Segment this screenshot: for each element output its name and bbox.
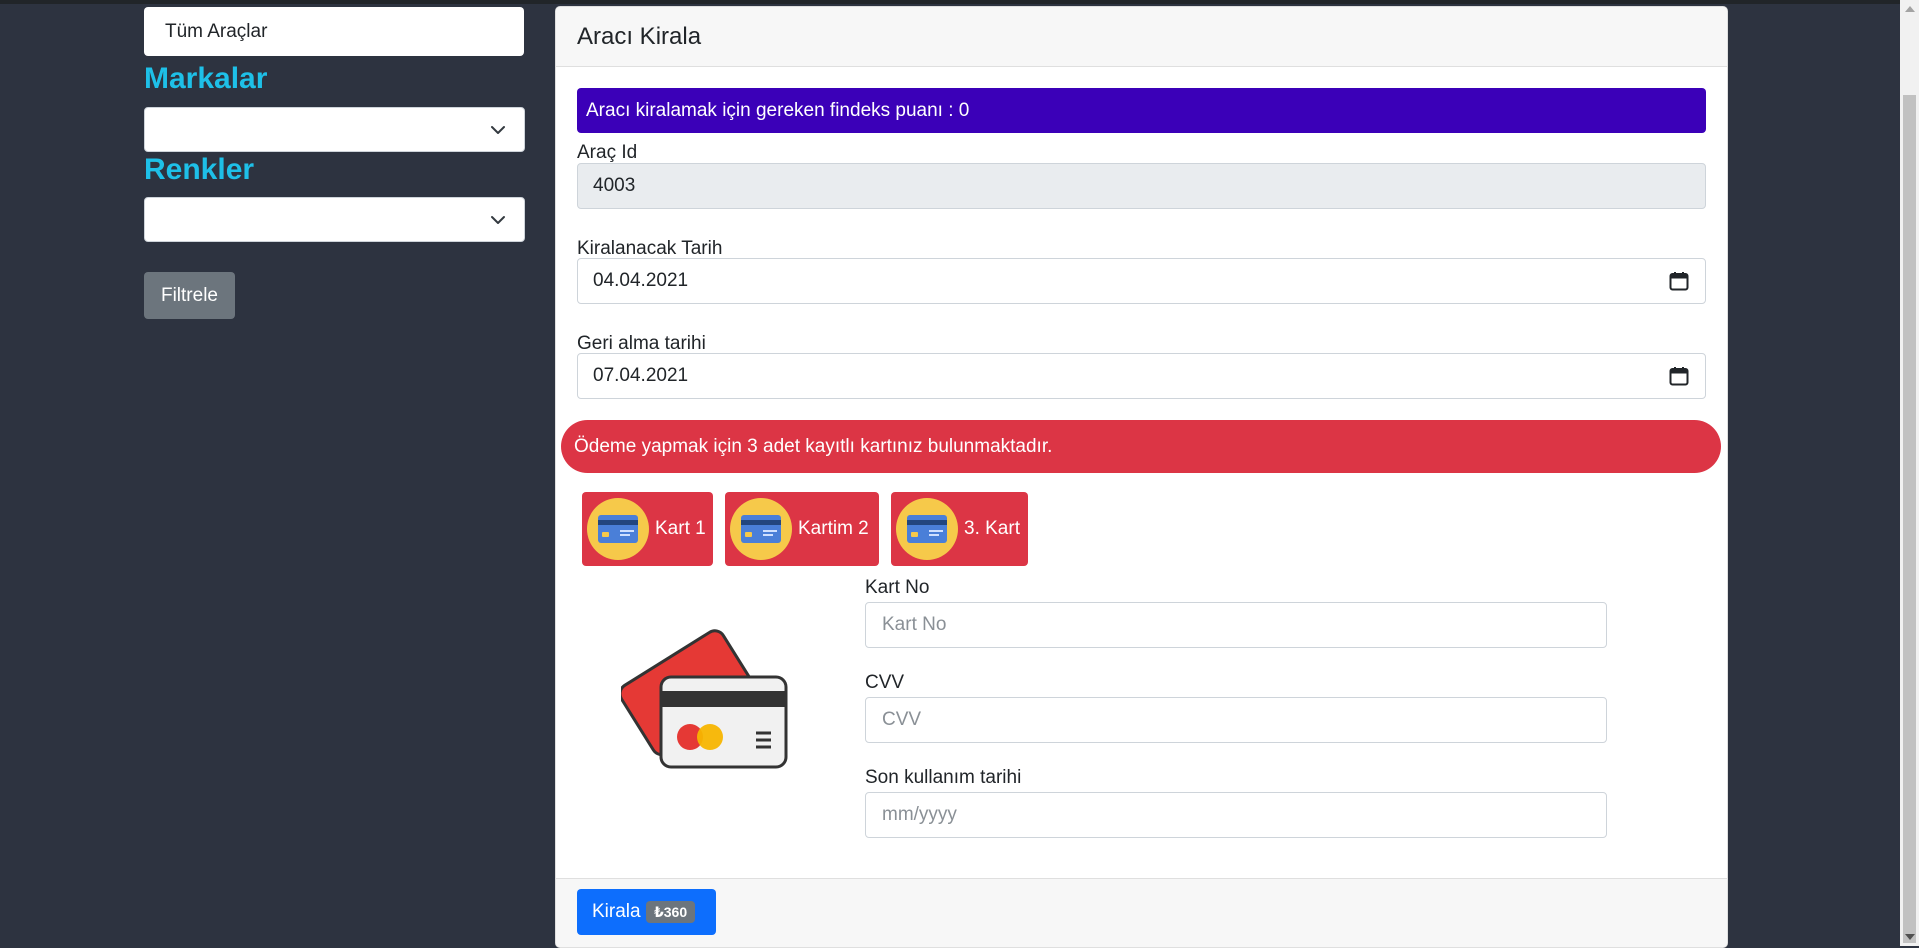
saved-card-label: 3. Kart [964, 518, 1020, 539]
saved-card-button[interactable]: Kartim 2 [725, 492, 879, 566]
chevron-down-icon [491, 126, 505, 134]
all-cars-link[interactable]: Tüm Araçlar [144, 7, 524, 56]
scrollbar-thumb[interactable] [1903, 95, 1916, 943]
car-id-input: 4003 [577, 163, 1706, 209]
rent-date-label: Kiralanacak Tarih [577, 238, 723, 259]
cvv-label: CVV [865, 672, 905, 693]
saved-card-button[interactable]: Kart 1 [582, 492, 713, 566]
card-no-label: Kart No [865, 577, 930, 598]
cvv-input[interactable] [865, 697, 1607, 743]
calendar-icon[interactable] [1669, 366, 1689, 386]
rent-card-footer [556, 878, 1727, 947]
calendar-icon[interactable] [1669, 271, 1689, 291]
saved-card-label: Kart 1 [655, 518, 706, 539]
credit-cards-illustration [621, 629, 788, 769]
credit-card-icon [896, 498, 958, 560]
saved-card-label: Kartim 2 [798, 518, 869, 539]
credit-card-icon [587, 498, 649, 560]
return-date-value: 07.04.2021 [593, 365, 689, 386]
car-id-label: Araç Id [577, 142, 638, 163]
filter-button[interactable]: Filtrele [144, 272, 235, 319]
top-bar [0, 0, 1919, 4]
return-date-label: Geri alma tarihi [577, 333, 706, 354]
return-date-input[interactable]: 07.04.2021 [577, 353, 1706, 399]
saved-card-button[interactable]: 3. Kart [891, 492, 1028, 566]
brands-title: Markalar [144, 62, 268, 95]
findeks-info-alert: Aracı kiralamak için gereken findeks pua… [577, 88, 1706, 133]
rent-button[interactable]: Kirala ₺360 [577, 889, 716, 935]
rent-button-label: Kirala [592, 901, 641, 922]
scroll-up-icon[interactable] [1905, 6, 1915, 12]
price-badge: ₺360 [646, 901, 696, 923]
colors-title: Renkler [144, 153, 255, 186]
credit-card-icon [730, 498, 792, 560]
page-scrollbar[interactable] [1900, 0, 1919, 946]
scroll-down-icon[interactable] [1905, 934, 1915, 940]
rent-card-title: Aracı Kirala [556, 7, 1727, 67]
expiry-input[interactable] [865, 792, 1607, 838]
brand-select[interactable] [144, 107, 525, 152]
color-select[interactable] [144, 197, 525, 242]
rent-date-input[interactable]: 04.04.2021 [577, 258, 1706, 304]
expiry-label: Son kullanım tarihi [865, 767, 1022, 788]
chevron-down-icon [491, 216, 505, 224]
rent-card: Aracı Kirala Aracı kiralamak için gereke… [555, 6, 1728, 948]
rent-date-value: 04.04.2021 [593, 270, 689, 291]
saved-cards-alert: Ödeme yapmak için 3 adet kayıtlı kartını… [561, 420, 1721, 473]
card-no-input[interactable] [865, 602, 1607, 648]
